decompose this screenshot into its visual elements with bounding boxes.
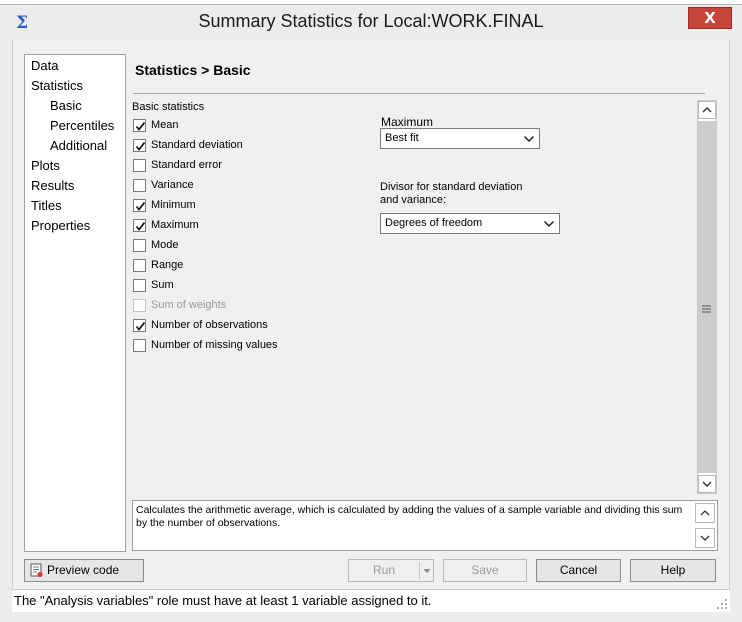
checkbox-box[interactable] xyxy=(133,179,146,192)
checkbox-label: Mode xyxy=(151,239,179,251)
checkbox-label: Number of missing values xyxy=(151,339,278,351)
close-button[interactable]: X xyxy=(688,7,732,29)
checkbox-label: Range xyxy=(151,259,184,271)
chevron-down-icon xyxy=(702,481,712,487)
status-message: The "Analysis variables" role must have … xyxy=(14,593,432,608)
preview-code-label: Preview code xyxy=(47,563,120,577)
checkbox-box[interactable] xyxy=(133,339,146,352)
checkbox-box[interactable] xyxy=(133,159,146,172)
description-text: Calculates the arithmetic average, which… xyxy=(136,504,683,529)
checkbox-label: Minimum xyxy=(151,199,196,211)
nav-tree: Data Statistics Basic Percentiles Additi… xyxy=(24,54,126,552)
checkbox-box[interactable] xyxy=(133,199,146,212)
window-title: Summary Statistics for Local:WORK.FINAL xyxy=(198,11,544,31)
nav-item-basic[interactable]: Basic xyxy=(50,98,82,113)
run-button: Run xyxy=(348,559,434,582)
save-button: Save xyxy=(443,559,527,582)
checkbox-box[interactable] xyxy=(133,259,146,272)
run-label: Run xyxy=(372,563,395,577)
checkbox-box[interactable] xyxy=(133,219,146,232)
checkbox-label: Sum xyxy=(151,279,174,291)
divisor-select[interactable]: Degrees of freedom xyxy=(380,213,560,234)
help-button[interactable]: Help xyxy=(630,559,716,582)
checkbox-box[interactable] xyxy=(133,239,146,252)
checkbox-box[interactable] xyxy=(133,279,146,292)
nav-item-properties[interactable]: Properties xyxy=(31,218,90,233)
scroll-up-button[interactable] xyxy=(698,101,716,119)
resize-grip-icon[interactable] xyxy=(716,598,728,610)
description-box: Calculates the arithmetic average, which… xyxy=(132,500,718,551)
checkbox-label: Number of observations xyxy=(151,319,268,331)
checkbox-box xyxy=(133,299,146,312)
description-scroll-down-button[interactable] xyxy=(695,528,715,548)
frame-bottom xyxy=(0,612,742,622)
page-title: Statistics > Basic xyxy=(135,62,251,78)
nav-item-plots[interactable]: Plots xyxy=(31,158,60,173)
checkbox-label: Standard error xyxy=(151,159,222,171)
status-bar: The "Analysis variables" role must have … xyxy=(12,589,730,612)
grip-lines-icon xyxy=(702,305,711,313)
nav-item-percentiles[interactable]: Percentiles xyxy=(50,118,114,133)
run-split-divider xyxy=(419,562,420,579)
preview-code-button[interactable]: Preview code xyxy=(24,559,144,582)
caret-down-icon xyxy=(423,569,431,573)
nav-item-titles[interactable]: Titles xyxy=(31,198,62,213)
checkbox-label: Maximum xyxy=(151,219,199,231)
title-bar: Σ Summary Statistics for Local:WORK.FINA… xyxy=(0,4,742,40)
frame-right xyxy=(730,40,742,612)
checkbox-label: Variance xyxy=(151,179,194,191)
maximum-select[interactable]: Best fit xyxy=(380,128,540,149)
checkbox-label: Sum of weights xyxy=(151,299,227,311)
chevron-down-icon xyxy=(700,535,710,541)
description-scrollbar[interactable] xyxy=(694,502,716,550)
chevron-down-icon xyxy=(523,135,535,143)
dialog-window: Σ Summary Statistics for Local:WORK.FINA… xyxy=(0,0,742,622)
chevron-down-icon xyxy=(543,220,555,228)
code-document-icon xyxy=(30,563,43,578)
divisor-label-line2: and variance: xyxy=(380,194,447,206)
chevron-up-icon xyxy=(702,107,712,113)
checkbox-box[interactable] xyxy=(133,139,146,152)
scroll-thumb[interactable] xyxy=(698,121,716,473)
checkbox-label: Mean xyxy=(151,119,179,131)
basic-statistics-label: Basic statistics xyxy=(132,101,205,113)
chevron-up-icon xyxy=(700,510,710,516)
checkbox-box[interactable] xyxy=(133,319,146,332)
heading-divider xyxy=(133,93,705,94)
nav-item-results[interactable]: Results xyxy=(31,178,74,193)
nav-item-data[interactable]: Data xyxy=(31,58,58,73)
vertical-scrollbar[interactable] xyxy=(697,100,717,494)
divisor-label-line1: Divisor for standard deviation xyxy=(380,181,523,193)
frame-left xyxy=(0,40,12,612)
checkbox-box[interactable] xyxy=(133,119,146,132)
maximum-select-value: Best fit xyxy=(385,132,419,144)
description-scroll-up-button[interactable] xyxy=(695,503,715,523)
scroll-down-button[interactable] xyxy=(698,475,716,493)
cancel-button[interactable]: Cancel xyxy=(536,559,621,582)
divisor-select-value: Degrees of freedom xyxy=(385,217,483,229)
nav-item-statistics[interactable]: Statistics xyxy=(31,78,83,93)
nav-item-additional[interactable]: Additional xyxy=(50,138,107,153)
checkbox-label: Standard deviation xyxy=(151,139,243,151)
